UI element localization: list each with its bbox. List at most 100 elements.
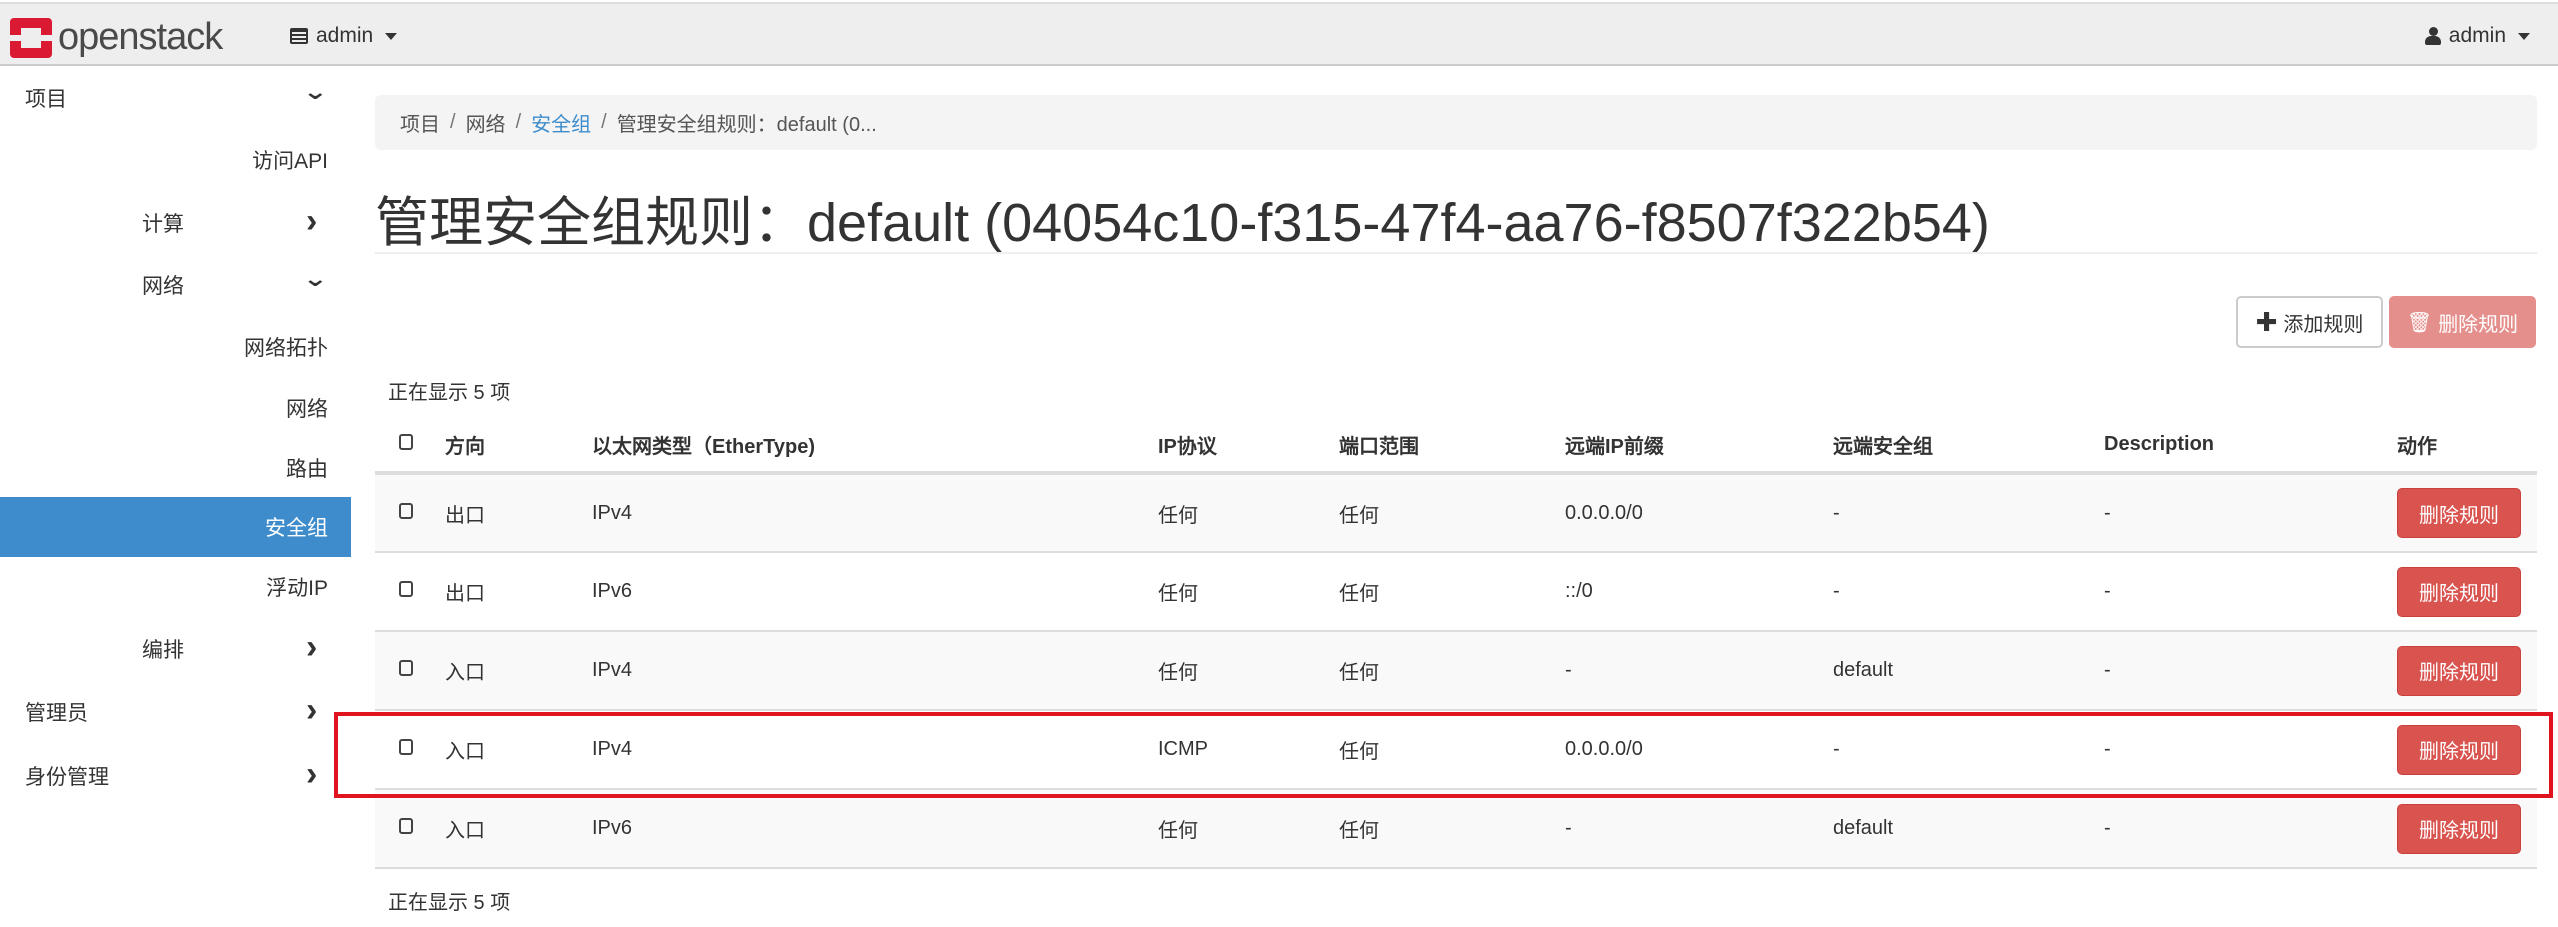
rules-table: 方向 以太网类型（EtherType) IP协议 端口范围 远端IP前缀 远端安… (375, 418, 2537, 869)
row-checkbox[interactable] (399, 818, 413, 834)
cell-ip-protocol: 任何 (1158, 788, 1339, 869)
sidebar-item-label: 管理员 (25, 702, 88, 725)
sidebar-item[interactable]: 访问API (0, 130, 351, 190)
sidebar-item[interactable]: 计算 › (0, 193, 351, 253)
sidebar-item[interactable]: 身份管理 › (0, 746, 351, 806)
sidebar-item[interactable]: 网络 ⌄ (0, 255, 351, 315)
sidebar-item-label: 安全组 (265, 517, 328, 540)
plus-icon: ✚ (2255, 306, 2278, 337)
project-dropdown[interactable]: admin (290, 24, 398, 48)
table-row: 入口 IPv4 任何 任何 - default - 删除规则 (375, 630, 2537, 710)
cell-remote-ip-prefix: 0.0.0.0/0 (1565, 709, 1833, 789)
sidebar-item[interactable]: 网络拓扑 (0, 317, 351, 377)
chevron-down-icon: ⌄ (302, 266, 329, 291)
add-rule-label: 添加规则 (2283, 313, 2364, 336)
sidebar-item[interactable]: 编排 › (0, 619, 351, 679)
caret-down-icon (385, 32, 398, 40)
project-list-icon (290, 28, 308, 44)
col-actions: 动作 (2397, 418, 2537, 475)
cell-ip-protocol: ICMP (1158, 709, 1339, 789)
cell-description: - (2104, 551, 2397, 631)
delete-rule-button[interactable]: 删除规则 (2397, 566, 2521, 617)
cell-direction: 入口 (445, 788, 592, 869)
cell-ip-protocol: 任何 (1158, 630, 1339, 710)
cell-description: - (2104, 709, 2397, 789)
sidebar-item[interactable]: 安全组 (0, 497, 351, 557)
page-title: 管理安全组规则：default (04054c10-f315-47f4-aa76… (375, 193, 1990, 253)
col-port-range[interactable]: 端口范围 (1339, 418, 1565, 475)
cell-ethertype: IPv4 (592, 709, 1158, 789)
row-checkbox[interactable] (399, 581, 413, 597)
col-direction[interactable]: 方向 (445, 418, 592, 475)
sidebar-item[interactable]: 项目 ⌄ (0, 68, 351, 128)
sidebar-item[interactable]: 管理员 › (0, 682, 351, 742)
row-checkbox[interactable] (399, 502, 413, 519)
select-all-checkbox[interactable] (399, 434, 413, 450)
sidebar-item-label: 计算 (142, 213, 184, 236)
cell-port-range: 任何 (1339, 709, 1565, 789)
cell-direction: 入口 (445, 630, 592, 710)
col-ethertype[interactable]: 以太网类型（EtherType) (592, 418, 1158, 475)
col-description[interactable]: Description (2104, 418, 2397, 475)
sidebar-item-label: 路由 (286, 458, 328, 481)
cell-description: - (2104, 788, 2397, 869)
cell-direction: 入口 (445, 709, 592, 789)
divider (375, 252, 2537, 254)
sidebar-item[interactable]: 浮动IP (0, 557, 351, 617)
cell-port-range: 任何 (1339, 551, 1565, 631)
chevron-right-icon: › (306, 627, 318, 666)
col-remote-security-group[interactable]: 远端安全组 (1833, 418, 2104, 475)
openstack-logo-icon (10, 17, 52, 58)
table-row: 入口 IPv6 任何 任何 - default - 删除规则 (375, 788, 2537, 869)
project-name: admin (316, 24, 374, 47)
openstack-logo[interactable]: openstack (10, 16, 223, 59)
breadcrumb-network[interactable]: 网络 (466, 108, 506, 137)
cell-ip-protocol: 任何 (1158, 472, 1339, 552)
sidebar-item[interactable]: 路由 (0, 438, 351, 498)
sidebar-item-label: 编排 (142, 639, 184, 662)
sidebar-item-label: 身份管理 (25, 766, 109, 789)
cell-remote-security-group: - (1833, 472, 2104, 552)
sidebar-item-label: 项目 (25, 88, 67, 111)
cell-ethertype: IPv4 (592, 472, 1158, 552)
user-icon (2424, 27, 2441, 45)
chevron-right-icon: › (306, 754, 318, 793)
cell-ethertype: IPv6 (592, 788, 1158, 869)
logo-text: openstack (58, 16, 223, 58)
cell-direction: 出口 (445, 551, 592, 631)
cell-port-range: 任何 (1339, 788, 1565, 869)
table-row: 出口 IPv6 任何 任何::/0- - 删除规则 (375, 551, 2537, 631)
item-count-bottom: 正在显示 5 项 (388, 892, 511, 914)
sidebar-item-label: 网络拓扑 (244, 337, 328, 360)
delete-rule-button[interactable]: 删除规则 (2397, 645, 2521, 696)
add-rule-button[interactable]: ✚ 添加规则 (2236, 296, 2383, 348)
delete-rule-button[interactable]: 删除规则 (2397, 488, 2521, 538)
cell-remote-security-group: default (1833, 630, 2104, 710)
cell-port-range: 任何 (1339, 630, 1565, 710)
sidebar-item-label: 浮动IP (266, 577, 328, 600)
delete-rule-button[interactable]: 删除规则 (2397, 724, 2521, 775)
trash-icon: 🗑 (2406, 311, 2433, 334)
row-checkbox[interactable] (399, 660, 413, 676)
table-row: 入口 IPv4 ICMP 任何 0.0.0.0/0- - 删除规则 (375, 709, 2537, 789)
cell-port-range: 任何 (1339, 472, 1565, 552)
top-navbar: openstack admin admin (0, 2, 2558, 66)
cell-remote-ip-prefix: ::/0 (1565, 551, 1833, 631)
col-ip-protocol[interactable]: IP协议 (1158, 418, 1339, 475)
col-remote-ip-prefix[interactable]: 远端IP前缀 (1565, 418, 1833, 475)
user-dropdown[interactable]: admin (2424, 24, 2530, 48)
cell-remote-ip-prefix: 0.0.0.0/0 (1565, 472, 1833, 552)
sidebar-item[interactable]: 网络 (0, 378, 351, 438)
sidebar-item-label: 访问API (252, 150, 328, 173)
row-checkbox[interactable] (399, 739, 413, 755)
cell-description: - (2104, 472, 2397, 552)
delete-rules-button[interactable]: 🗑 删除规则 (2389, 296, 2536, 348)
breadcrumb-security-groups[interactable]: 安全组 (531, 108, 591, 137)
breadcrumb: 项目 / 网络 / 安全组 / 管理安全组规则：default (0... (375, 95, 2537, 150)
breadcrumb-current: 管理安全组规则：default (0... (616, 114, 877, 136)
cell-remote-security-group: - (1833, 551, 2104, 631)
chevron-down-icon: ⌄ (302, 79, 329, 104)
delete-rule-button[interactable]: 删除规则 (2397, 803, 2521, 854)
cell-remote-ip-prefix: - (1565, 788, 1833, 869)
breadcrumb-project[interactable]: 项目 (400, 108, 440, 137)
